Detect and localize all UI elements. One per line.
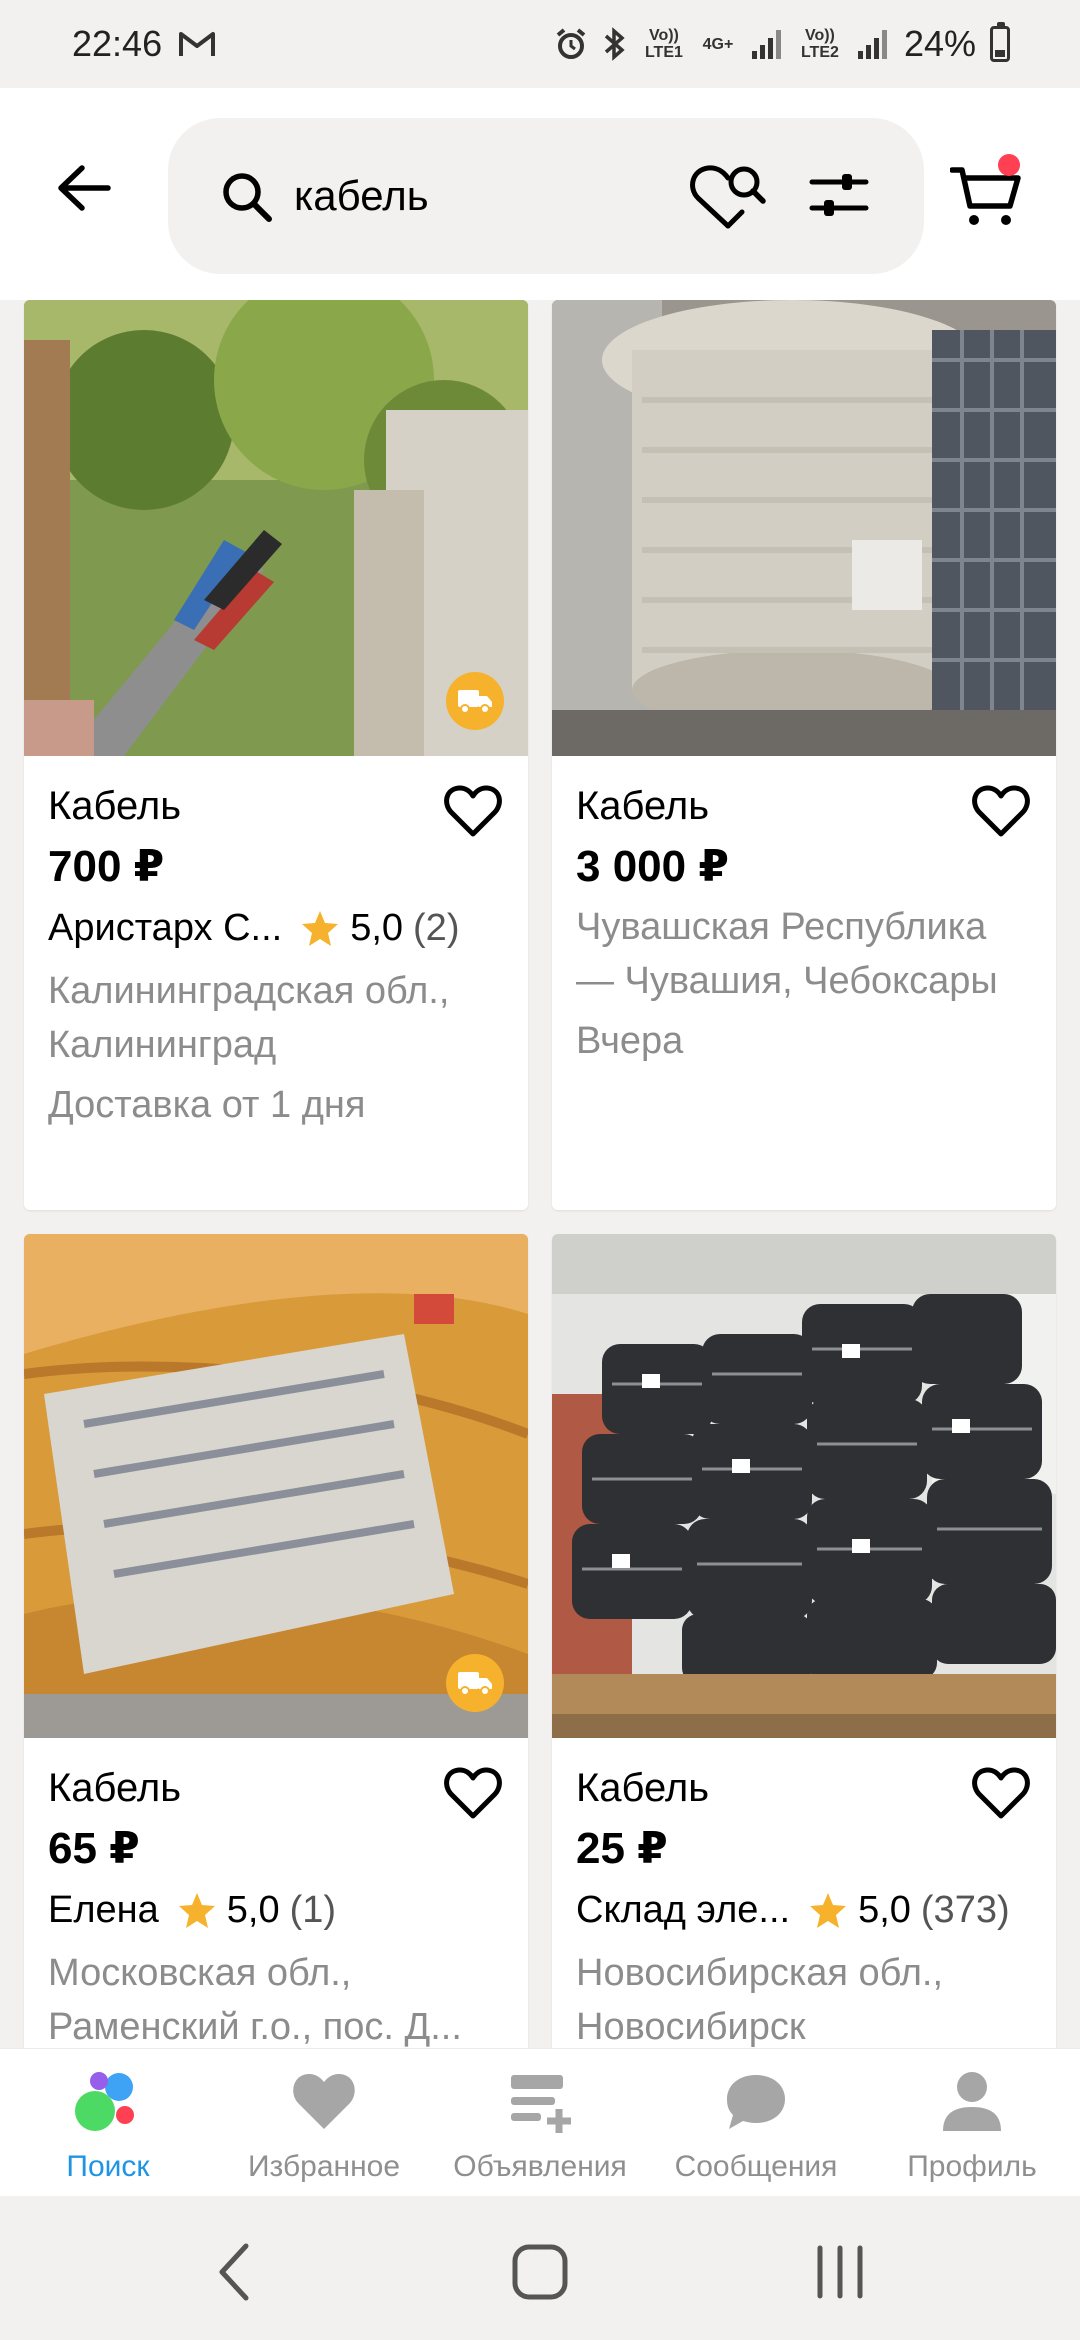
signal-icon: [857, 30, 887, 59]
nav-label: Объявления: [453, 2150, 627, 2183]
nav-item-search[interactable]: Поиск: [0, 2049, 216, 2196]
delivery-badge: [446, 672, 504, 730]
favorite-heart-icon[interactable]: [972, 784, 1030, 838]
ads-icon: [511, 2075, 571, 2133]
saved-search-icon[interactable]: [690, 160, 768, 230]
delivery-info: Доставка от 1 дня: [48, 1084, 366, 1126]
listing-title: Кабель: [48, 1766, 182, 1810]
system-recents-icon[interactable]: [808, 2240, 872, 2304]
seller-row: Аристарх С... 5,0 (2): [48, 898, 504, 958]
system-back-icon[interactable]: [204, 2240, 268, 2304]
listing-title: Кабель: [576, 1766, 710, 1810]
seller-row: Елена 5,0 (1): [48, 1880, 504, 1940]
listing-photo: [552, 300, 1056, 756]
nav-label: Сообщения: [674, 2150, 838, 2183]
status-bar: 22:46 Vo)) LTE1 4G+ Vo)) LTE2 24%: [0, 0, 1080, 88]
seller-reviews-count: (1): [289, 1889, 337, 1931]
truck-icon: [458, 690, 492, 714]
listing-card[interactable]: Кабель 25 ₽ Склад эле... 5,0 (373) Новос…: [552, 1234, 1056, 2048]
listing-photo: [24, 1234, 528, 1738]
nav-item-ads[interactable]: Объявления: [432, 2049, 648, 2196]
seller-reviews-count: (373): [920, 1889, 1010, 1931]
arrow-left-icon: [58, 165, 111, 211]
battery-percent: 24%: [903, 23, 976, 64]
nav-item-profile[interactable]: Профиль: [864, 2049, 1080, 2196]
star-icon: [810, 1893, 847, 1928]
search-input[interactable]: кабель: [168, 118, 924, 274]
listing-card[interactable]: Кабель 700 ₽ Аристарх С... 5,0 (2) Калин…: [24, 300, 528, 1210]
truck-icon: [458, 1672, 492, 1696]
listings-grid: Кабель 700 ₽ Аристарх С... 5,0 (2) Калин…: [0, 300, 1080, 2048]
listing-location: Чувашская Республика: [576, 906, 987, 948]
nav-label: Избранное: [247, 2150, 401, 2183]
listing-date: Вчера: [576, 1020, 684, 1062]
search-query[interactable]: кабель: [294, 166, 429, 226]
delivery-badge: [446, 1654, 504, 1712]
listing-card[interactable]: Кабель 65 ₽ Елена 5,0 (1) Московская обл…: [24, 1234, 528, 2048]
listing-location: Калининград: [48, 1024, 277, 1066]
nav-item-favorites[interactable]: Избранное: [216, 2049, 432, 2196]
seller-reviews-count: (2): [413, 907, 460, 949]
header: кабель: [0, 88, 1080, 300]
listing-location: Московская обл.,: [48, 1952, 352, 1994]
listing-location: Раменский г.о., пос. Д...: [48, 2006, 462, 2048]
battery-icon: [990, 22, 1010, 62]
seller-name: Аристарх С...: [48, 907, 283, 949]
listing-image[interactable]: [552, 300, 1056, 756]
gmail-icon: [179, 32, 216, 56]
nav-item-messages[interactable]: Сообщения: [648, 2049, 864, 2196]
cart-button[interactable]: [949, 154, 1030, 234]
listing-title: Кабель: [576, 784, 710, 828]
listing-image[interactable]: [24, 300, 528, 756]
favorite-heart-icon[interactable]: [444, 784, 502, 838]
sim2-label: Vo)) LTE2: [800, 27, 839, 61]
nav-label: Профиль: [907, 2150, 1037, 2183]
profile-icon: [943, 2072, 1001, 2131]
seller-name: Елена: [48, 1889, 159, 1931]
listing-location: — Чувашия, Чебоксары: [576, 960, 998, 1002]
listing-location: Новосибирская обл.,: [576, 1952, 944, 1994]
status-time: 22:46: [72, 23, 163, 64]
heart-icon: [293, 2073, 355, 2129]
chat-icon: [727, 2075, 785, 2129]
listing-price: 65 ₽: [48, 1824, 140, 1873]
nav-label: Поиск: [66, 2150, 150, 2183]
search-icon: [223, 173, 272, 222]
star-icon: [178, 1893, 215, 1928]
listing-image[interactable]: [24, 1234, 528, 1738]
listing-price: 3 000 ₽: [576, 842, 729, 891]
seller-row: Склад эле... 5,0 (373): [576, 1880, 1032, 1940]
favorite-heart-icon[interactable]: [972, 1766, 1030, 1820]
network-type: 4G+: [702, 35, 734, 53]
bottom-nav: Поиск Избранное Объявления Сообщения Про…: [0, 2048, 1080, 2196]
signal-icon: [751, 30, 781, 59]
system-nav-bar: [0, 2196, 1080, 2340]
system-home-icon[interactable]: [508, 2240, 572, 2304]
seller-rating: 5,0: [226, 1889, 280, 1931]
listing-location: Новосибирск: [576, 2006, 806, 2048]
listing-image[interactable]: [552, 1234, 1056, 1738]
bluetooth-icon: [604, 27, 625, 61]
listing-location: Калининградская обл.,: [48, 970, 450, 1012]
star-icon: [302, 911, 339, 946]
listing-card[interactable]: Кабель 3 000 ₽ Чувашская Республика — Чу…: [552, 300, 1056, 1210]
seller-name: Склад эле...: [576, 1889, 791, 1931]
sim1-label: Vo)) LTE1: [644, 27, 683, 61]
favorite-heart-icon[interactable]: [444, 1766, 502, 1820]
listing-photo: [552, 1234, 1056, 1738]
back-button[interactable]: [48, 152, 120, 224]
filter-icon[interactable]: [808, 164, 870, 226]
listing-price: 25 ₽: [576, 1824, 668, 1873]
alarm-icon: [556, 28, 586, 59]
seller-rating: 5,0: [858, 1889, 911, 1931]
listing-price: 700 ₽: [48, 842, 165, 891]
cart-notification-dot: [998, 154, 1020, 176]
seller-rating: 5,0: [350, 907, 404, 949]
search-dots-icon: [75, 2072, 134, 2131]
listing-title: Кабель: [48, 784, 182, 828]
